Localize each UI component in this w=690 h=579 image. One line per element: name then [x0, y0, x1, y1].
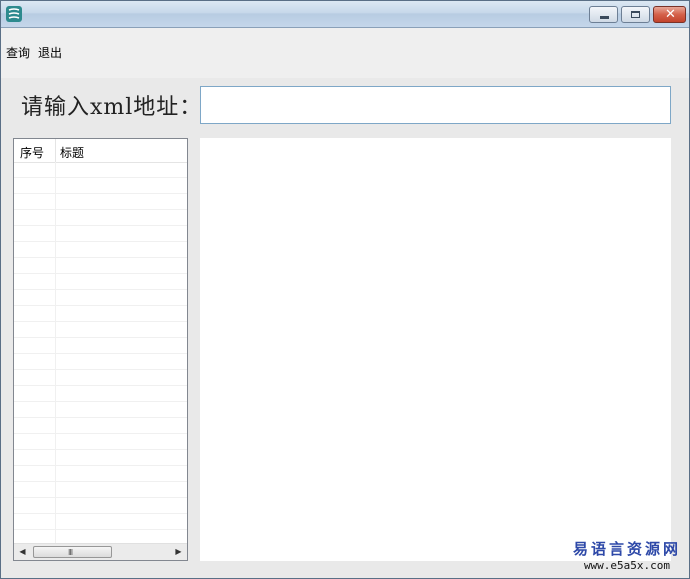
minimize-icon — [600, 16, 609, 19]
column-header-title[interactable]: 标题 — [60, 144, 84, 161]
main-window: ✕ 查询 退出 请输入xml地址： 序号 标题 ◀ III ▶ 易语言资源网 w… — [0, 0, 690, 579]
column-divider[interactable] — [55, 139, 56, 162]
list-row[interactable] — [14, 322, 187, 338]
url-input[interactable] — [200, 86, 671, 124]
list-row[interactable] — [14, 338, 187, 354]
list-row[interactable] — [14, 418, 187, 434]
list-row[interactable] — [14, 466, 187, 482]
horizontal-scrollbar[interactable]: ◀ III ▶ — [14, 543, 187, 560]
list-row[interactable] — [14, 194, 187, 210]
list-header: 序号 标题 — [14, 139, 187, 163]
scrollbar-thumb[interactable]: III — [33, 546, 112, 558]
list-row[interactable] — [14, 514, 187, 530]
scroll-right-icon[interactable]: ▶ — [172, 546, 185, 558]
list-row[interactable] — [14, 402, 187, 418]
close-button[interactable]: ✕ — [653, 6, 686, 23]
item-list-view[interactable]: 序号 标题 ◀ III ▶ — [13, 138, 188, 561]
title-bar[interactable]: ✕ — [1, 1, 689, 28]
watermark-title: 易语言资源网 — [572, 540, 681, 558]
menu-item-query[interactable]: 查询 — [6, 44, 30, 61]
maximize-icon — [631, 11, 640, 18]
maximize-button[interactable] — [621, 6, 650, 23]
list-row[interactable] — [14, 258, 187, 274]
list-row[interactable] — [14, 274, 187, 290]
list-row[interactable] — [14, 210, 187, 226]
scroll-grip: III — [68, 548, 73, 557]
url-label: 请输入xml地址： — [21, 95, 203, 120]
list-row[interactable] — [14, 498, 187, 514]
list-row[interactable] — [14, 434, 187, 450]
list-row[interactable] — [14, 162, 187, 178]
column-header-index[interactable]: 序号 — [20, 144, 44, 161]
list-row[interactable] — [14, 242, 187, 258]
app-icon[interactable] — [6, 6, 22, 22]
list-rows — [14, 162, 187, 546]
menu-item-exit[interactable]: 退出 — [38, 44, 62, 61]
close-icon: ✕ — [665, 7, 676, 22]
watermark-url: www.e5a5x.com — [583, 559, 671, 572]
list-row[interactable] — [14, 370, 187, 386]
watermark: 易语言资源网 www.e5a5x.com — [573, 538, 681, 572]
list-row[interactable] — [14, 290, 187, 306]
list-row[interactable] — [14, 178, 187, 194]
minimize-button[interactable] — [589, 6, 618, 23]
menu-bar: 查询 退出 — [1, 28, 689, 78]
list-row[interactable] — [14, 482, 187, 498]
list-row[interactable] — [14, 306, 187, 322]
list-row[interactable] — [14, 226, 187, 242]
scroll-left-icon[interactable]: ◀ — [16, 546, 29, 558]
list-row[interactable] — [14, 450, 187, 466]
list-row[interactable] — [14, 354, 187, 370]
content-pane[interactable] — [200, 138, 671, 561]
list-row[interactable] — [14, 386, 187, 402]
